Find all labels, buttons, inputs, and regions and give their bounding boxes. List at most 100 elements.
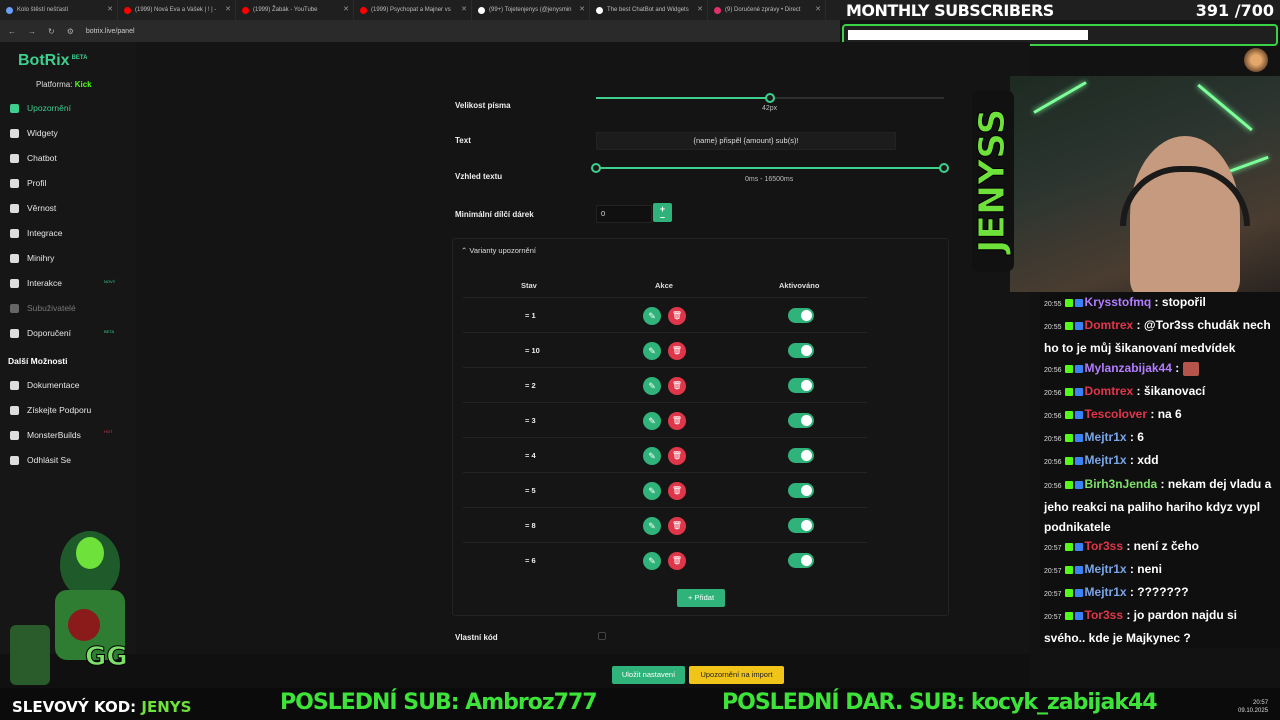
- chat-username[interactable]: Mejtr1x: [1085, 562, 1127, 576]
- chat-username[interactable]: Birh3nJenda: [1085, 477, 1158, 491]
- back-icon[interactable]: ←: [8, 27, 16, 36]
- tab-close-icon[interactable]: ✕: [579, 5, 585, 13]
- alert-text-input[interactable]: {name} přispěl {amount} sub(s)!: [596, 132, 896, 150]
- save-settings-button[interactable]: Uložit nastavení: [612, 666, 685, 684]
- chat-username[interactable]: Mejtr1x: [1085, 585, 1127, 599]
- text-label: Text: [455, 136, 471, 145]
- variant-state: = 4: [525, 451, 536, 460]
- chat-username[interactable]: Tor3ss: [1085, 539, 1123, 553]
- sidebar-item-4[interactable]: Profil: [10, 175, 130, 191]
- browser-tab[interactable]: (1999) Nová Eva a Vašek | ! | - ✕: [118, 0, 236, 20]
- sidebar-more-item-1[interactable]: Dokumentace: [10, 377, 130, 393]
- edit-variant-button[interactable]: ✎: [643, 517, 661, 535]
- edit-variant-button[interactable]: ✎: [643, 447, 661, 465]
- chat-username[interactable]: Domtrex: [1085, 384, 1134, 398]
- coupon-overlay: SLEVOVÝ KOD: JENYS: [12, 698, 191, 716]
- last-sub-overlay: POSLEDNÍ SUB: Ambroz777: [280, 690, 598, 715]
- chat-username[interactable]: Tescolover: [1085, 407, 1147, 421]
- import-alerts-button[interactable]: Upozornění na import: [689, 666, 784, 684]
- appearance-slider-end-handle[interactable]: [939, 163, 949, 173]
- chat-username[interactable]: Mejtr1x: [1085, 453, 1127, 467]
- chat-username[interactable]: Mylanzabijak44: [1085, 361, 1172, 375]
- custom-code-checkbox[interactable]: [598, 632, 606, 640]
- edit-variant-button[interactable]: ✎: [643, 377, 661, 395]
- variants-title: Varianty upozornění: [469, 246, 536, 255]
- profile-avatar[interactable]: [1244, 48, 1268, 72]
- forward-icon[interactable]: →: [28, 27, 36, 36]
- variant-active-toggle[interactable]: [788, 483, 814, 498]
- tab-close-icon[interactable]: ✕: [343, 5, 349, 13]
- chat-username[interactable]: Mejtr1x: [1085, 430, 1127, 444]
- variants-toggle[interactable]: ⌃ Varianty upozornění: [461, 246, 536, 255]
- sidebar-item-7[interactable]: Minihry: [10, 250, 130, 266]
- trophy-icon: [10, 203, 19, 213]
- add-variant-button[interactable]: + Přidat: [677, 589, 725, 607]
- subscriber-count: 391: [1195, 1, 1230, 20]
- chat-timestamp: 20:56: [1044, 459, 1062, 466]
- pencil-icon: ✎: [648, 556, 656, 566]
- font-size-slider-handle[interactable]: [765, 93, 775, 103]
- variant-active-toggle[interactable]: [788, 518, 814, 533]
- chat-timestamp: 20:55: [1044, 324, 1062, 331]
- sidebar-item-2[interactable]: Widgety: [10, 125, 130, 141]
- chat-message: 20:56 Domtrex : šikanovací: [1044, 384, 1206, 398]
- tab-title: The best ChatBot and Widgets: [607, 7, 689, 13]
- trash-icon: 🗑: [671, 556, 683, 565]
- variant-active-toggle[interactable]: [788, 553, 814, 568]
- edit-variant-button[interactable]: ✎: [643, 482, 661, 500]
- taskbar-clock: 20:57 09.10.2025: [1238, 699, 1268, 715]
- edit-variant-button[interactable]: ✎: [643, 342, 661, 360]
- custom-code-label: Vlastní kód: [455, 633, 498, 642]
- sidebar-item-5[interactable]: Věrnost: [10, 200, 130, 216]
- sidebar-item-9[interactable]: Subuživatelé: [10, 300, 130, 316]
- chevron-up-icon: ⌃: [461, 246, 468, 255]
- botrix-logo[interactable]: BotRix BETA: [18, 52, 87, 70]
- browser-tab[interactable]: (99+) Tojetenjenys (@jenysmin ✕: [472, 0, 590, 20]
- tab-close-icon[interactable]: ✕: [461, 5, 467, 13]
- tab-close-icon[interactable]: ✕: [697, 5, 703, 13]
- appearance-slider-start-handle[interactable]: [591, 163, 601, 173]
- browser-tab[interactable]: (1999) Žabák - YouTube ✕: [236, 0, 354, 20]
- variant-active-toggle[interactable]: [788, 308, 814, 323]
- reload-icon[interactable]: ↻: [48, 27, 55, 36]
- delete-variant-button[interactable]: 🗑: [668, 307, 686, 325]
- sidebar-item-label: Profil: [27, 178, 47, 188]
- chat-text: 6: [1137, 430, 1144, 444]
- min-gift-input[interactable]: 0: [596, 205, 652, 223]
- edit-variant-button[interactable]: ✎: [643, 307, 661, 325]
- edit-variant-button[interactable]: ✎: [643, 412, 661, 430]
- chat-username[interactable]: Domtrex: [1085, 318, 1134, 332]
- sidebar-more-item-2[interactable]: Získejte Podporu: [10, 402, 130, 418]
- delete-variant-button[interactable]: 🗑: [668, 412, 686, 430]
- delete-variant-button[interactable]: 🗑: [668, 552, 686, 570]
- site-info-icon[interactable]: ⚙: [67, 27, 74, 36]
- delete-variant-button[interactable]: 🗑: [668, 517, 686, 535]
- delete-variant-button[interactable]: 🗑: [668, 482, 686, 500]
- sidebar-item-label: Minihry: [27, 253, 55, 263]
- variant-active-toggle[interactable]: [788, 448, 814, 463]
- kick-badge-icon: [1064, 433, 1073, 442]
- tab-close-icon[interactable]: ✕: [107, 5, 113, 13]
- chat-timestamp: 20:56: [1044, 413, 1062, 420]
- delete-variant-button[interactable]: 🗑: [668, 377, 686, 395]
- chat-username[interactable]: Krysstofmq: [1085, 295, 1152, 309]
- variant-active-toggle[interactable]: [788, 378, 814, 393]
- edit-variant-button[interactable]: ✎: [643, 552, 661, 570]
- sidebar-more-item-4[interactable]: Odhlásit Se: [10, 452, 130, 468]
- tab-close-icon[interactable]: ✕: [225, 5, 231, 13]
- variant-active-toggle[interactable]: [788, 413, 814, 428]
- url-text[interactable]: botrix.live/panel: [86, 28, 135, 35]
- sidebar-item-6[interactable]: Integrace: [10, 225, 130, 241]
- chat-username[interactable]: Tor3ss: [1085, 608, 1123, 622]
- variant-active-toggle[interactable]: [788, 343, 814, 358]
- sidebar-item-3[interactable]: Chatbot: [10, 150, 130, 166]
- min-gift-stepper[interactable]: + –: [653, 203, 672, 222]
- delete-variant-button[interactable]: 🗑: [668, 342, 686, 360]
- browser-tab[interactable]: The best ChatBot and Widgets ✕: [590, 0, 708, 20]
- browser-tab[interactable]: (9) Doručené zprávy • Direct ✕: [708, 0, 826, 20]
- tab-close-icon[interactable]: ✕: [815, 5, 821, 13]
- sidebar-item-1[interactable]: Upozornění: [10, 100, 130, 116]
- browser-tab[interactable]: Kolo štěstí nešťastí ✕: [0, 0, 118, 20]
- browser-tab[interactable]: (1999) Psychopat a Majner vs ✕: [354, 0, 472, 20]
- delete-variant-button[interactable]: 🗑: [668, 447, 686, 465]
